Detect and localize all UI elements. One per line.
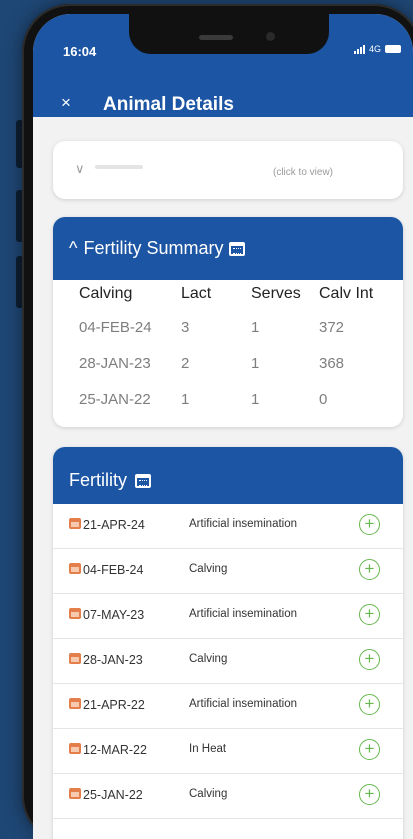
fertility-summary-card: ^ Fertility Summary Calving Lact Serves … xyxy=(53,217,403,427)
calving-date-cell: 28-JAN-23 xyxy=(79,355,151,372)
lactation-cell: 3 xyxy=(181,319,190,336)
serves-cell: 1 xyxy=(251,319,260,336)
fertility-summary-title-group[interactable]: ^ Fertility Summary xyxy=(69,238,246,259)
calving-interval-cell: 372 xyxy=(319,319,345,336)
event-type: Calving xyxy=(189,653,228,665)
column-header: Lact xyxy=(181,285,212,302)
battery-icon xyxy=(385,45,401,53)
fertility-summary-header[interactable]: ^ Fertility Summary xyxy=(53,217,403,280)
calving-interval-cell: 368 xyxy=(319,355,345,372)
column-header: Calv Int xyxy=(319,285,374,302)
event-date: 12-MAR-22 xyxy=(83,743,147,757)
lactation-cell: 1 xyxy=(181,391,190,408)
speaker-grille xyxy=(199,35,233,40)
phone-notch xyxy=(129,14,329,54)
app-bar: 16:04 4G × Animal Details xyxy=(33,14,413,117)
calving-interval-cell: 0 xyxy=(319,391,328,408)
event-type: In Heat xyxy=(189,743,227,755)
click-to-view-hint[interactable]: (click to view) xyxy=(273,167,333,178)
event-date: 07-MAY-23 xyxy=(83,608,145,622)
list-item[interactable]: 07-MAY-23 Artificial insemination + xyxy=(53,594,403,639)
signal-icon xyxy=(353,44,365,54)
chevron-down-icon[interactable]: ∨ xyxy=(75,161,85,177)
event-type: Calving xyxy=(189,788,228,800)
column-header: Calving xyxy=(79,285,133,302)
table-row: 04-FEB-24 3 1 372 xyxy=(53,319,403,355)
front-camera xyxy=(266,32,275,41)
lactation-cell: 2 xyxy=(181,355,190,372)
fertility-title-group: Fertility xyxy=(69,470,151,491)
add-circle-icon[interactable]: + xyxy=(359,649,380,670)
table-row: 25-JAN-22 1 1 0 xyxy=(53,391,403,427)
fertility-header: Fertility xyxy=(53,447,403,504)
event-date: 25-JAN-22 xyxy=(83,788,143,802)
calendar-icon[interactable] xyxy=(135,473,151,488)
event-type: Artificial insemination xyxy=(189,518,298,530)
calendar-icon xyxy=(69,608,81,619)
status-indicators: 4G xyxy=(353,44,401,54)
table-header-row: Calving Lact Serves Calv Int xyxy=(53,283,403,319)
list-item[interactable]: 28-JAN-23 Calving + xyxy=(53,639,403,684)
event-type: Calving xyxy=(189,563,228,575)
table-row: 28-JAN-23 2 1 368 xyxy=(53,355,403,391)
collapsed-section[interactable]: ∨ (click to view) xyxy=(53,141,403,199)
fertility-summary-table: Calving Lact Serves Calv Int 04-FEB-24 3… xyxy=(53,283,403,427)
chevron-up-icon[interactable]: ^ xyxy=(69,238,77,259)
list-item[interactable]: 25-JAN-22 Calving + xyxy=(53,774,403,819)
close-button[interactable]: × xyxy=(61,94,71,111)
calendar-icon xyxy=(229,241,246,256)
add-circle-icon[interactable]: + xyxy=(359,739,380,760)
add-circle-icon[interactable]: + xyxy=(359,784,380,805)
list-item[interactable]: 21-APR-24 Artificial insemination + xyxy=(53,504,403,549)
serves-cell: 1 xyxy=(251,355,260,372)
calendar-icon xyxy=(69,788,81,799)
calendar-icon xyxy=(69,518,81,529)
add-circle-icon[interactable]: + xyxy=(359,604,380,625)
fertility-event-list: 21-APR-24 Artificial insemination + 04-F… xyxy=(53,504,403,819)
calendar-icon xyxy=(69,653,81,664)
column-header: Serves xyxy=(251,285,301,302)
event-date: 28-JAN-23 xyxy=(83,653,143,667)
event-date: 04-FEB-24 xyxy=(83,563,144,577)
add-circle-icon[interactable]: + xyxy=(359,514,380,535)
event-type: Artificial insemination xyxy=(189,608,298,620)
status-time: 16:04 xyxy=(63,44,97,59)
event-date: 21-APR-22 xyxy=(83,698,145,712)
list-item[interactable]: 04-FEB-24 Calving + xyxy=(53,549,403,594)
fertility-title: Fertility xyxy=(69,470,127,490)
serves-cell: 1 xyxy=(251,391,260,408)
event-date: 21-APR-24 xyxy=(83,518,145,532)
add-circle-icon[interactable]: + xyxy=(359,559,380,580)
fertility-summary-title: Fertility Summary xyxy=(83,238,224,258)
calendar-icon xyxy=(69,743,81,754)
page-title: Animal Details xyxy=(103,94,234,115)
app-screen: 16:04 4G × Animal Details ∨ (click to vi… xyxy=(33,14,413,839)
calendar-icon xyxy=(69,563,81,574)
collapsed-section-title xyxy=(95,165,143,169)
calving-date-cell: 04-FEB-24 xyxy=(79,319,152,336)
fertility-card: Fertility 21-APR-24 Artificial inseminat… xyxy=(53,447,403,839)
list-item[interactable]: 12-MAR-22 In Heat + xyxy=(53,729,403,774)
calving-date-cell: 25-JAN-22 xyxy=(79,391,151,408)
add-circle-icon[interactable]: + xyxy=(359,694,380,715)
list-item[interactable]: 21-APR-22 Artificial insemination + xyxy=(53,684,403,729)
event-type: Artificial insemination xyxy=(189,698,298,710)
calendar-icon xyxy=(69,698,81,709)
network-label: 4G xyxy=(368,44,381,54)
